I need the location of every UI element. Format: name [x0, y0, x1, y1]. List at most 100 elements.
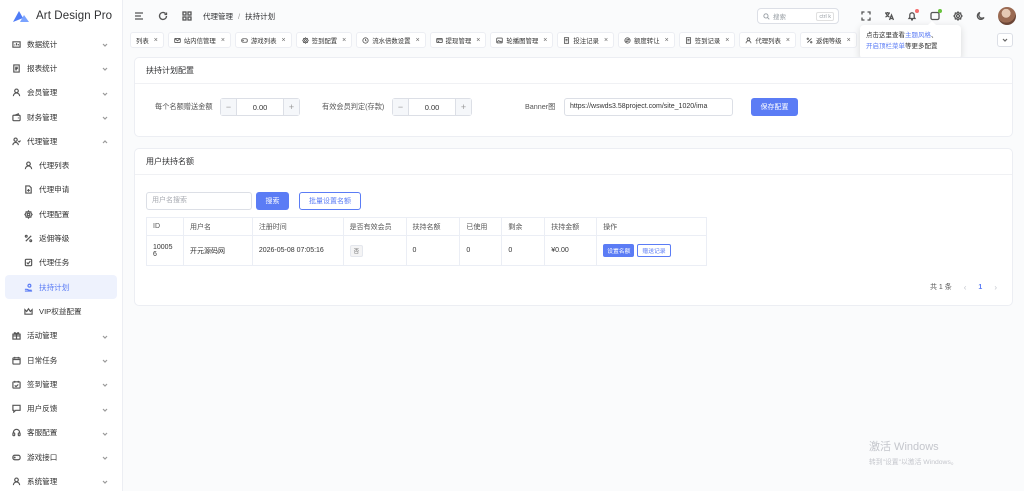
pagination-total: 共 1 条 — [929, 284, 952, 291]
sidebar-item-gift[interactable]: 活动管理 — [0, 324, 122, 348]
cell-username: 开元源码网 — [183, 235, 253, 266]
decrement-button[interactable]: − — [221, 99, 237, 115]
sidebar-item-feedback[interactable]: 用户反馈 — [0, 396, 122, 420]
sidebar-item-label: 返佣等级 — [39, 234, 70, 244]
menu-fold-icon[interactable] — [133, 10, 145, 22]
refresh-icon[interactable] — [157, 10, 169, 22]
col-used: 已使用 — [459, 217, 503, 236]
settings-gear-icon[interactable] — [952, 10, 964, 22]
close-icon[interactable]: × — [665, 37, 669, 44]
close-icon[interactable]: × — [847, 37, 851, 44]
tab-item[interactable]: 列表 × — [130, 32, 164, 48]
close-icon[interactable]: × — [786, 37, 790, 44]
gear-icon — [23, 209, 33, 219]
valid-member-stepper[interactable]: − 0.00 + — [392, 98, 472, 116]
sidebar-item-calendar[interactable]: 日常任务 — [0, 348, 122, 372]
quota-amount-value[interactable]: 0.00 — [237, 103, 283, 112]
tab-label: 签到记录 — [694, 37, 721, 45]
close-icon[interactable]: × — [342, 37, 346, 44]
close-icon[interactable]: × — [725, 37, 729, 44]
translate-icon[interactable] — [883, 10, 895, 22]
batch-set-quota-button[interactable]: 批量设置名额 — [299, 192, 361, 210]
sidebar-item-report[interactable]: 报表统计 — [0, 56, 122, 80]
sidebar-item-percent[interactable]: 返佣等级 — [0, 226, 122, 250]
decrement-button[interactable]: − — [393, 99, 409, 115]
tab-item[interactable]: 站内信管理 × — [167, 32, 231, 48]
user-avatar[interactable] — [998, 7, 1016, 25]
dark-mode-moon-icon[interactable] — [975, 10, 987, 22]
notification-bell-icon[interactable] — [906, 9, 919, 22]
grid-icon[interactable] — [181, 10, 193, 22]
sidebar-item-gamepad[interactable]: 游戏接口 — [0, 445, 122, 469]
sidebar-item-user[interactable]: 代理列表 — [0, 153, 122, 177]
id-line: 10005 — [153, 243, 173, 251]
tooltip-text: 等更多配置 — [905, 43, 938, 50]
close-icon[interactable]: × — [416, 37, 420, 44]
tab-item[interactable]: 返佣等级 × — [800, 32, 857, 48]
sidebar-item-task[interactable]: 代理任务 — [0, 251, 122, 275]
sidebar-item-agent[interactable]: 代理管理 — [0, 129, 122, 153]
tabs-more-button[interactable] — [997, 33, 1013, 47]
tab-item[interactable]: 签到配置 × — [295, 32, 353, 48]
increment-button[interactable]: + — [455, 99, 471, 115]
chevron-down-icon — [102, 65, 108, 72]
search-button[interactable]: 搜索 — [256, 192, 289, 210]
valid-member-value[interactable]: 0.00 — [409, 103, 455, 112]
tooltip-topbar-link[interactable]: 开启顶栏菜单 — [866, 43, 905, 50]
gear-icon — [301, 36, 309, 44]
global-search[interactable]: 搜索 ctrl k — [757, 8, 839, 24]
breadcrumb-item[interactable]: 代理管理 — [203, 12, 233, 21]
watermark-subtitle: 转到"设置"以激活 Windows。 — [869, 459, 958, 466]
sidebar-item-user[interactable]: 系统管理 — [0, 469, 122, 491]
sidebar-item-file-add[interactable]: 代理申请 — [0, 178, 122, 202]
sidebar-item-gear[interactable]: 代理配置 — [0, 202, 122, 226]
username-search-input[interactable]: 用户名搜索 — [146, 192, 252, 210]
close-icon[interactable]: × — [476, 37, 480, 44]
sidebar-item-user[interactable]: 会员管理 — [0, 81, 122, 105]
sidebar-item-chart[interactable]: 数据统计 — [0, 32, 122, 56]
quota-amount-stepper[interactable]: − 0.00 + — [220, 98, 300, 116]
logo[interactable]: Art Design Pro — [0, 0, 122, 32]
col-reg-time: 注册时间 — [252, 217, 344, 236]
gift-record-button[interactable]: 赠送记录 — [637, 244, 671, 257]
banner-url-input[interactable]: https://wswds3.58project.com/site_1020/i… — [564, 98, 733, 116]
sidebar-item-checkin[interactable]: 签到管理 — [0, 372, 122, 396]
fullscreen-icon[interactable] — [860, 10, 872, 22]
tab-item[interactable]: 游戏列表 × — [234, 32, 292, 48]
tab-item[interactable]: 投注记录 × — [557, 32, 615, 48]
logo-icon — [13, 11, 29, 22]
chevron-down-icon — [102, 333, 108, 339]
col-username: 用户名 — [183, 217, 253, 236]
tab-item[interactable]: 流水倍数设置 × — [356, 32, 426, 48]
close-icon[interactable]: × — [154, 37, 158, 44]
sidebar-item-label: 代理列表 — [39, 161, 70, 171]
col-quota: 扶持名额 — [406, 217, 461, 236]
sidebar-item-headset[interactable]: 客服配置 — [0, 421, 122, 445]
tab-label: 轮播图管理 — [506, 37, 539, 45]
close-icon[interactable]: × — [604, 37, 608, 44]
sidebar-item-label: 代理管理 — [27, 136, 58, 146]
increment-button[interactable]: + — [283, 99, 299, 115]
prev-page-icon[interactable]: ‹ — [964, 283, 967, 292]
tab-item[interactable]: 轮播图管理 × — [490, 32, 554, 48]
card-icon — [435, 37, 443, 44]
next-page-icon[interactable]: › — [994, 283, 997, 292]
clock-icon — [362, 36, 369, 44]
tab-item[interactable]: 提现管理 × — [429, 32, 487, 48]
hand-coin-icon — [23, 282, 33, 292]
close-icon[interactable]: × — [221, 37, 225, 44]
sidebar-item-wallet[interactable]: 财务管理 — [0, 105, 122, 129]
tooltip-theme-link[interactable]: 主题风格 — [905, 32, 931, 39]
sidebar-item-crown[interactable]: VIP权益配置 — [0, 299, 122, 323]
close-icon[interactable]: × — [543, 37, 547, 44]
sidebar-item-hand-coin[interactable]: 扶持计划 — [5, 274, 117, 300]
close-icon[interactable]: × — [281, 37, 285, 44]
tab-item[interactable]: 代理列表 × — [739, 32, 796, 48]
sidebar-item-label: 用户反馈 — [27, 404, 58, 414]
page-number[interactable]: 1 — [978, 284, 982, 291]
sidebar-item-label: 游戏接口 — [27, 452, 58, 462]
tab-item[interactable]: 签到记录 × — [678, 32, 736, 48]
tab-item[interactable]: 额度转让 × — [618, 32, 675, 48]
set-quota-button[interactable]: 设置名额 — [603, 244, 635, 257]
save-config-button[interactable]: 保存配置 — [751, 98, 798, 116]
